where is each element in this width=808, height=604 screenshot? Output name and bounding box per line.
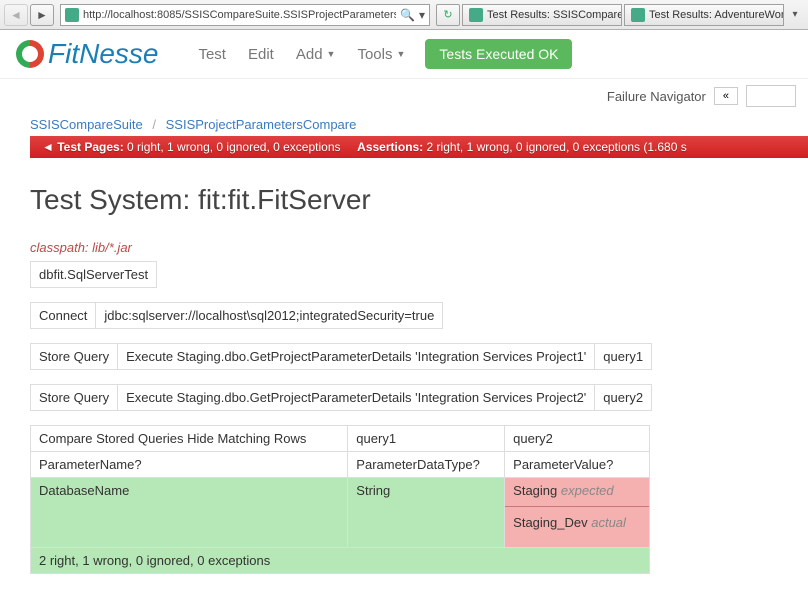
breadcrumb-link[interactable]: SSISCompareSuite: [30, 117, 143, 132]
tab-label: Test Results: SSISCompareS...: [487, 9, 622, 21]
menu-tools-label: Tools: [357, 46, 392, 63]
store-query-table: Store Query Execute Staging.dbo.GetProje…: [30, 384, 652, 411]
sq-alias: query2: [595, 385, 652, 411]
menu-add-label: Add: [296, 46, 323, 63]
search-icon[interactable]: 🔍: [400, 8, 415, 22]
caret-icon: ▼: [327, 49, 336, 59]
sq-sql: Execute Staging.dbo.GetProjectParameterD…: [118, 385, 595, 411]
cell-param-name: DatabaseName: [31, 478, 348, 548]
browser-tab[interactable]: Test Results: AdventureWorksS...: [624, 4, 784, 26]
breadcrumb-sep: /: [152, 117, 156, 132]
store-query-table: Store Query Execute Staging.dbo.GetProje…: [30, 343, 652, 370]
table-columns-row: ParameterName? ParameterDataType? Parame…: [31, 452, 650, 478]
col-value: ParameterValue?: [505, 452, 650, 478]
actual-label: actual: [591, 515, 626, 530]
pages-label: Test Pages:: [57, 140, 123, 154]
tab-favicon-icon: [631, 8, 645, 22]
dropdown-icon[interactable]: ▾: [419, 8, 425, 22]
address-bar[interactable]: http://localhost:8085/SSISCompareSuite.S…: [60, 4, 430, 26]
connect-table: Connect jdbc:sqlserver://localhost\sql20…: [30, 302, 443, 329]
caret-icon: ▼: [397, 49, 406, 59]
assertion-bar: ◄ Test Pages: 0 right, 1 wrong, 0 ignore…: [30, 136, 808, 158]
page-title: Test System: fit:fit.FitServer: [30, 184, 778, 216]
refresh-button[interactable]: ↻: [436, 4, 460, 26]
main-menu: Test Edit Add ▼ Tools ▼: [198, 46, 405, 63]
sq-label: Store Query: [31, 344, 118, 370]
sq-label: Store Query: [31, 385, 118, 411]
breadcrumb: SSISCompareSuite / SSISProjectParameters…: [0, 113, 808, 136]
tab-favicon-icon: [469, 8, 483, 22]
logo-icon: [16, 40, 44, 68]
compare-table: Compare Stored Queries Hide Matching Row…: [30, 425, 650, 574]
th-query1: query1: [348, 426, 505, 452]
sq-sql: Execute Staging.dbo.GetProjectParameterD…: [118, 344, 595, 370]
favicon-icon: [65, 8, 79, 22]
expected-label: expected: [561, 483, 614, 498]
classpath-text: classpath: lib/*.jar: [30, 240, 778, 255]
th-compare: Compare Stored Queries Hide Matching Row…: [31, 426, 348, 452]
menu-test[interactable]: Test: [198, 46, 226, 63]
logo-text: FitNesse: [48, 38, 158, 70]
th-query2: query2: [505, 426, 650, 452]
pages-text: 0 right, 1 wrong, 0 ignored, 0 exception…: [127, 140, 340, 154]
cell-param-value-fail: Staging expected Staging_Dev actual: [505, 478, 650, 548]
table-row: DatabaseName String Staging expected Sta…: [31, 478, 650, 548]
logo[interactable]: FitNesse: [16, 38, 158, 70]
browser-toolbar: ◄ ► http://localhost:8085/SSISCompareSui…: [0, 0, 808, 30]
menu-tools[interactable]: Tools ▼: [357, 46, 405, 63]
forward-button[interactable]: ►: [30, 4, 54, 26]
fixture-table: dbfit.SqlServerTest: [30, 261, 157, 288]
menu-edit[interactable]: Edit: [248, 46, 274, 63]
tests-executed-badge: Tests Executed OK: [425, 39, 572, 69]
connect-value: jdbc:sqlserver://localhost\sql2012;integ…: [96, 303, 443, 329]
expected-value: Staging: [513, 483, 557, 498]
menu-add[interactable]: Add ▼: [296, 46, 336, 63]
failure-prev-button[interactable]: «: [714, 87, 738, 105]
failure-nav-input[interactable]: [746, 85, 796, 107]
app-header: FitNesse Test Edit Add ▼ Tools ▼ Tests Exe…: [0, 30, 808, 79]
tab-overflow-icon[interactable]: ▾: [786, 4, 804, 26]
col-name: ParameterName?: [31, 452, 348, 478]
tab-strip: Test Results: SSISCompareS... ✕ Test Res…: [462, 4, 784, 26]
assertions-label: Assertions:: [357, 140, 423, 154]
sq-alias: query1: [595, 344, 652, 370]
tab-label: Test Results: AdventureWorksS...: [649, 9, 784, 21]
cell-param-type: String: [348, 478, 505, 548]
url-text: http://localhost:8085/SSISCompareSuite.S…: [83, 9, 396, 21]
content-area: Test System: fit:fit.FitServer classpath…: [0, 158, 808, 604]
table-summary-row: 2 right, 1 wrong, 0 ignored, 0 exception…: [31, 548, 650, 574]
summary-cell: 2 right, 1 wrong, 0 ignored, 0 exception…: [31, 548, 650, 574]
failure-navigator: Failure Navigator «: [0, 79, 808, 113]
fixture-cell: dbfit.SqlServerTest: [31, 262, 157, 288]
col-type: ParameterDataType?: [348, 452, 505, 478]
failure-nav-label: Failure Navigator: [607, 89, 706, 104]
back-button[interactable]: ◄: [4, 4, 28, 26]
breadcrumb-link[interactable]: SSISProjectParametersCompare: [166, 117, 357, 132]
browser-tab[interactable]: Test Results: SSISCompareS... ✕: [462, 4, 622, 26]
connect-label: Connect: [31, 303, 96, 329]
actual-value: Staging_Dev: [513, 515, 587, 530]
table-header-row: Compare Stored Queries Hide Matching Row…: [31, 426, 650, 452]
assertions-text: 2 right, 1 wrong, 0 ignored, 0 exception…: [427, 140, 687, 154]
